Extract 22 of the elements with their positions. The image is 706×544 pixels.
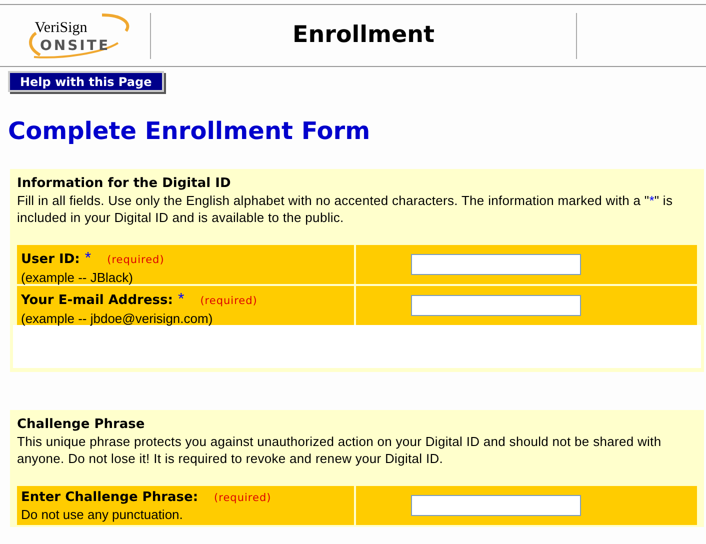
logo: VeriSign ONSITE — [0, 8, 150, 62]
field-label: User ID: — [21, 251, 80, 269]
input-field[interactable] — [411, 254, 581, 275]
field-hint: Do not use any punctuation. — [21, 508, 184, 522]
field-label: Enter Challenge Phrase: — [21, 489, 198, 507]
required-note: (required) — [200, 294, 258, 309]
field-hint: (example -- jbdoe@verisign.com) — [21, 312, 214, 326]
field-hint: (example -- JBlack) — [21, 271, 134, 285]
public-marker: * — [84, 249, 92, 269]
public-marker: * — [178, 290, 184, 310]
section-heading: Information for the Digital ID — [17, 176, 232, 192]
field-label: Your E-mail Address: — [21, 292, 173, 310]
section-description: This unique phrase protects you against unauthorized action on your Digital ID and should not be shared with anyone. Do not lose it! It is required to revoke and renew your Digital ID. — [17, 433, 662, 467]
section-heading: Challenge Phrase — [17, 417, 146, 433]
header-title: Enrollment — [292, 21, 436, 50]
input-field[interactable] — [411, 495, 581, 516]
input-field[interactable] — [411, 295, 581, 316]
section-description: Fill in all fields. Use only the English alphabet with no accented characters. The information marked with a "*" is included in your Digital ID and is available to the public. — [17, 192, 674, 226]
page-title: Complete Enrollment Form — [8, 116, 372, 146]
required-note: (required) — [107, 253, 164, 268]
help-button[interactable]: Help with this Page — [8, 71, 164, 92]
required-note: (required) — [214, 491, 272, 506]
